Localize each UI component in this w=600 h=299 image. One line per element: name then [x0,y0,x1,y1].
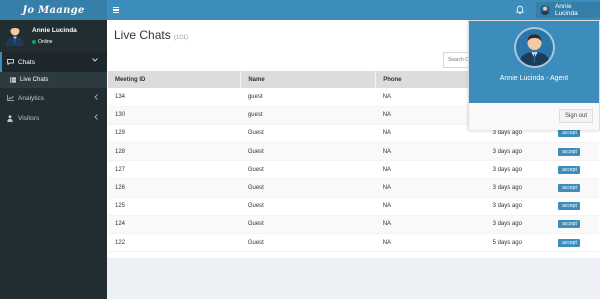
meeting-id-cell: 125 [108,197,241,216]
sign-out-button[interactable]: Sign out [559,109,593,123]
topbar-user-name: Annie Lucinda [554,3,578,17]
column-header-name[interactable]: Name [240,71,377,88]
page-title: Live Chats (101) [114,28,188,42]
user-role: Annie Lucinda - Agent [499,75,569,82]
sidebar-item-label: Analytics [18,94,45,102]
phone-cell: NA [375,142,486,162]
name-cell: guest [240,88,376,107]
meeting-id-cell: 124 [108,215,241,235]
online-dot-icon [32,40,36,44]
user-icon [7,114,15,122]
avatar [5,24,25,46]
comments-icon [7,59,15,65]
chart-icon [7,95,15,101]
name-cell: Guest [240,124,376,144]
logo[interactable]: Jo Maange [0,0,107,20]
accept-button[interactable]: accept [558,184,581,193]
accept-button[interactable]: accept [558,238,581,247]
user-dropdown: Annie Lucinda - Agent Sign out [468,20,600,130]
chevron-left-icon [94,94,98,102]
table-row[interactable]: 122 Guest NA 5 days ago accept [108,233,599,253]
sidebar-item-label: Visitors [18,114,40,122]
meeting-id-cell: 130 [108,106,241,125]
page-title-text: Live Chats [114,28,171,42]
action-cell: accept [551,233,599,253]
user-dropdown-header: Annie Lucinda - Agent [469,21,599,103]
phone-cell: NA [375,233,486,253]
table-row[interactable]: 125 Guest NA 3 days ago accept [108,197,599,216]
chevron-left-icon [94,114,98,122]
meeting-id-cell: 127 [108,160,241,180]
name-cell: guest [240,106,376,125]
sidebar-item-chats[interactable]: Chats [0,52,107,72]
logo-text: Jo Maange [22,4,85,16]
action-cell: accept [551,178,599,198]
accept-button[interactable]: accept [558,202,581,211]
bell-icon[interactable] [515,5,525,15]
meeting-id-cell: 128 [108,142,241,162]
time-cell: 3 days ago [485,160,552,180]
name-cell: Guest [240,160,376,180]
time-cell: 3 days ago [485,197,552,216]
table-row[interactable]: 127 Guest NA 3 days ago accept [108,160,599,180]
column-header-meeting-id[interactable]: Meeting ID [108,71,242,88]
avatar [540,5,550,15]
avatar [514,27,555,68]
status-text: Online [38,39,53,45]
meeting-id-cell: 129 [108,124,241,144]
action-cell: accept [551,215,599,235]
name-cell: Guest [240,142,376,162]
phone-cell: NA [375,160,486,180]
status-badge: Online [32,39,52,45]
table-row[interactable]: 126 Guest NA 3 days ago accept [108,178,599,198]
user-panel: Annie Lucinda Online [0,20,107,52]
action-cell: accept [551,142,599,162]
action-cell: accept [551,160,599,180]
sidebar-item-label: Chats [18,58,35,66]
chevron-down-icon [92,58,98,64]
sidebar-item-visitors[interactable]: Visitors [0,108,107,128]
name-cell: Guest [240,197,376,216]
list-icon [10,77,18,83]
name-cell: Guest [240,233,376,253]
sidebar-item-label: Live Chats [20,77,49,83]
sidebar-item-analytics[interactable]: Analytics [0,88,107,108]
phone-cell: NA [375,215,486,235]
accept-button[interactable]: accept [558,165,581,174]
chat-count: (101) [174,35,189,41]
user-menu-toggle[interactable]: Annie Lucinda [536,2,600,18]
table-row[interactable]: 124 Guest NA 3 days ago accept [108,215,599,235]
accept-button[interactable]: accept [558,220,581,229]
time-cell: 3 days ago [485,178,552,198]
time-cell: 5 days ago [485,233,552,253]
sidebar-user-name: Annie Lucinda [32,27,77,34]
table-row[interactable]: 128 Guest NA 3 days ago accept [108,142,599,162]
time-cell: 3 days ago [485,142,552,162]
meeting-id-cell: 134 [108,88,241,107]
user-dropdown-footer: Sign out [469,103,599,130]
time-cell: 3 days ago [485,215,552,235]
accept-button[interactable]: accept [558,147,581,156]
sidebar-item-live-chats[interactable]: Live Chats [0,72,107,88]
meeting-id-cell: 122 [108,233,241,253]
meeting-id-cell: 126 [108,178,241,198]
hamburger-icon[interactable] [113,5,121,15]
accept-button[interactable]: accept [558,129,581,138]
sidebar: Annie Lucinda Online Chats Live Chats An… [0,20,107,299]
top-navbar: Jo Maange Annie Lucinda [0,0,600,20]
name-cell: Guest [240,215,376,235]
phone-cell: NA [375,178,486,198]
action-cell: accept [551,197,599,216]
name-cell: Guest [240,178,376,198]
phone-cell: NA [375,197,486,216]
